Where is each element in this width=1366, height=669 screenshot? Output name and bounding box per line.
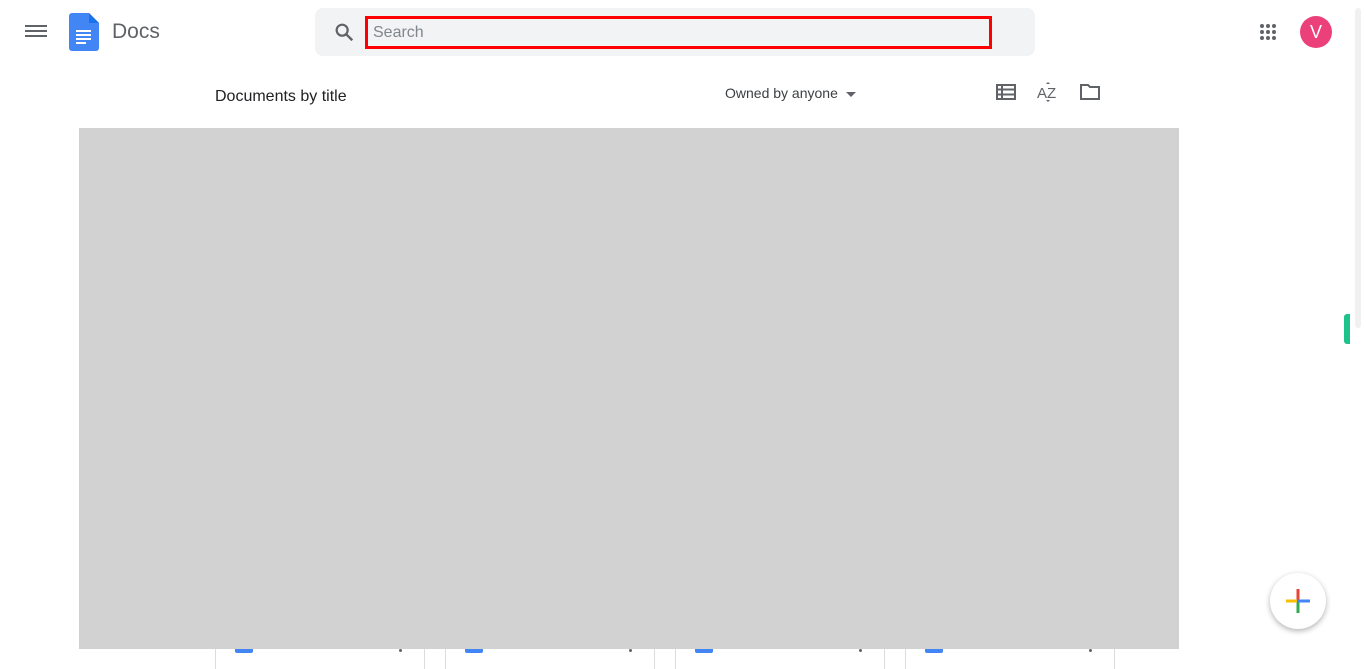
plus-icon	[1286, 589, 1310, 613]
sort-az-icon[interactable]: AZ	[1037, 81, 1059, 108]
search-input[interactable]	[365, 16, 992, 49]
more-icon[interactable]	[399, 649, 402, 652]
document-card[interactable]	[445, 647, 655, 669]
apps-grid-icon[interactable]	[1259, 23, 1277, 46]
side-panel-marker[interactable]	[1344, 314, 1350, 344]
more-icon[interactable]	[1089, 649, 1092, 652]
caret-down-icon	[845, 91, 856, 97]
scrollbar-thumb[interactable]	[1355, 8, 1361, 328]
new-document-button[interactable]	[1270, 573, 1326, 629]
document-card[interactable]	[905, 647, 1115, 669]
document-card[interactable]	[215, 647, 425, 669]
svg-text:AZ: AZ	[1037, 85, 1056, 102]
search-icon[interactable]	[333, 21, 355, 48]
more-icon[interactable]	[859, 649, 862, 652]
app-title[interactable]: Docs	[112, 20, 160, 44]
docs-logo-icon[interactable]	[69, 13, 99, 56]
list-view-icon[interactable]	[996, 84, 1016, 105]
owner-filter-dropdown[interactable]: Owned by anyone	[725, 85, 856, 101]
avatar[interactable]: V	[1300, 16, 1332, 48]
document-card[interactable]	[675, 647, 885, 669]
owner-filter-label: Owned by anyone	[725, 85, 838, 101]
page-heading: Documents by title	[215, 88, 347, 105]
main-menu-button[interactable]	[24, 22, 48, 42]
more-icon[interactable]	[629, 649, 632, 652]
folder-icon[interactable]	[1080, 84, 1100, 105]
loading-overlay	[79, 128, 1179, 649]
